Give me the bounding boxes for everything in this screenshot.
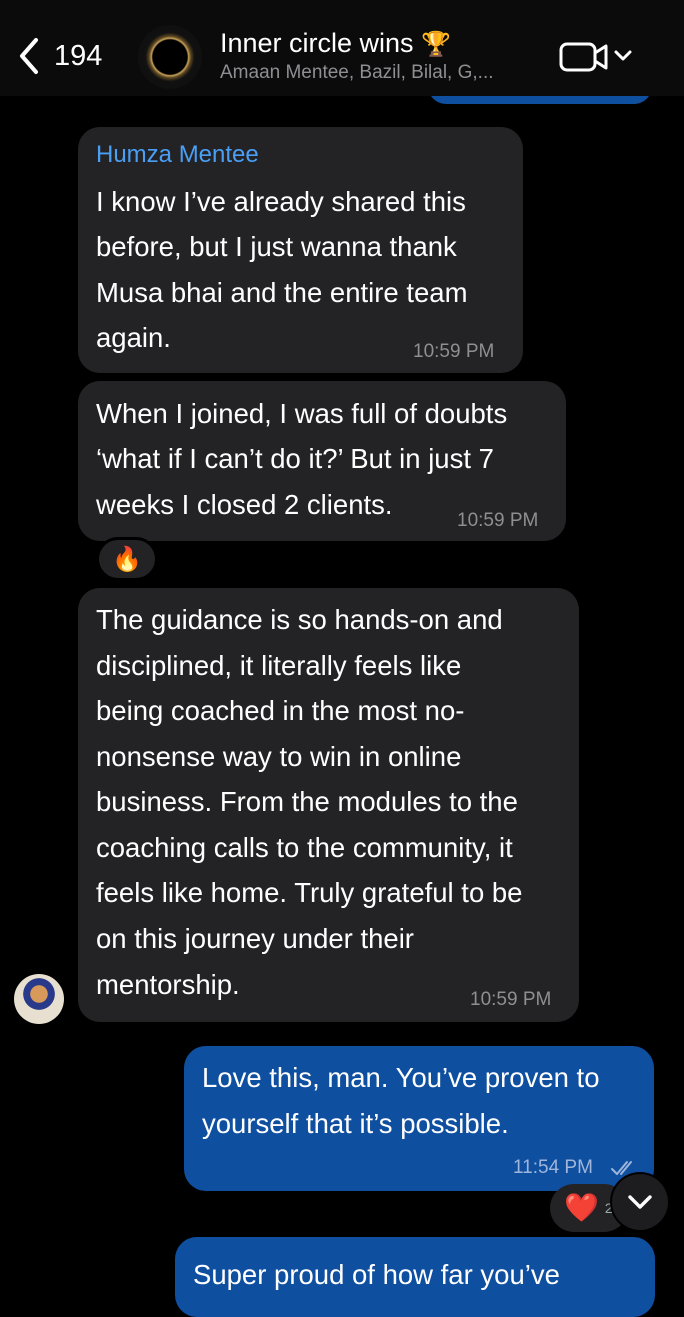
message-line: I know I’ve already shared this [96, 186, 466, 217]
chevron-down-icon [628, 1195, 652, 1209]
message-line: being coached in the most no- [96, 695, 465, 726]
message-line: again. [96, 322, 171, 353]
message-bubble[interactable]: Love this, man. You’ve proven to yoursel… [184, 1046, 654, 1191]
sender-avatar[interactable] [14, 974, 64, 1024]
message-line: weeks I closed 2 clients. [96, 489, 393, 520]
back-chevron-icon[interactable] [14, 36, 44, 76]
message-line: When I joined, I was full of doubts [96, 398, 508, 429]
message-timestamp: 10:59 PM [413, 341, 495, 362]
sender-name[interactable]: Humza Mentee [96, 141, 259, 169]
message-line: feels like home. Truly grateful to be [96, 877, 523, 908]
message-line: nonsense way to win in online [96, 741, 462, 772]
unread-count[interactable]: 194 [54, 40, 102, 73]
chat-title-text: Inner circle wins [220, 28, 414, 58]
message-bubble[interactable]: The guidance is so hands-on and discipli… [78, 588, 579, 1022]
message-line: Musa bhai and the entire team [96, 277, 468, 308]
heart-icon: ❤️ [564, 1192, 599, 1223]
message-line: before, but I just wanna thank [96, 231, 457, 262]
fire-icon: 🔥 [112, 545, 142, 573]
message-line: The guidance is so hands-on and [96, 604, 503, 635]
message-line: on this journey under their [96, 923, 414, 954]
chevron-down-icon [614, 50, 632, 61]
message-line: disciplined, it literally feels like [96, 650, 462, 681]
message-bubble[interactable]: Humza Mentee I know I’ve already shared … [78, 127, 523, 373]
chat-header: 194 Inner circle wins 🏆 Amaan Mentee, Ba… [0, 0, 684, 96]
message-timestamp: 11:54 PM [513, 1157, 593, 1178]
message-line: Super proud of how far you’ve [193, 1259, 560, 1290]
message-bubble[interactable]: When I joined, I was full of doubts ‘wha… [78, 381, 566, 541]
message-timestamp: 10:59 PM [470, 989, 552, 1010]
message-timestamp: 10:59 PM [457, 510, 539, 531]
fire-reaction[interactable]: 🔥 [96, 537, 158, 581]
message-line: coaching calls to the community, it [96, 832, 513, 863]
message-line: mentorship. [96, 969, 240, 1000]
group-avatar[interactable] [138, 25, 202, 89]
message-line: ‘what if I can’t do it?’ But in just 7 [96, 443, 494, 474]
chat-title[interactable]: Inner circle wins 🏆 [220, 28, 451, 59]
message-line: business. From the modules to the [96, 786, 518, 817]
trophy-icon: 🏆 [421, 31, 451, 58]
message-bubble[interactable]: Super proud of how far you’ve [175, 1237, 655, 1317]
chat-members[interactable]: Amaan Mentee, Bazil, Bilal, G,... [220, 62, 494, 84]
scroll-to-bottom-button[interactable] [612, 1174, 668, 1230]
video-camera-icon [559, 42, 608, 72]
message-line: yourself that it’s possible. [202, 1108, 509, 1139]
video-call-button[interactable] [558, 38, 638, 78]
message-line: Love this, man. You’ve proven to [202, 1062, 600, 1093]
